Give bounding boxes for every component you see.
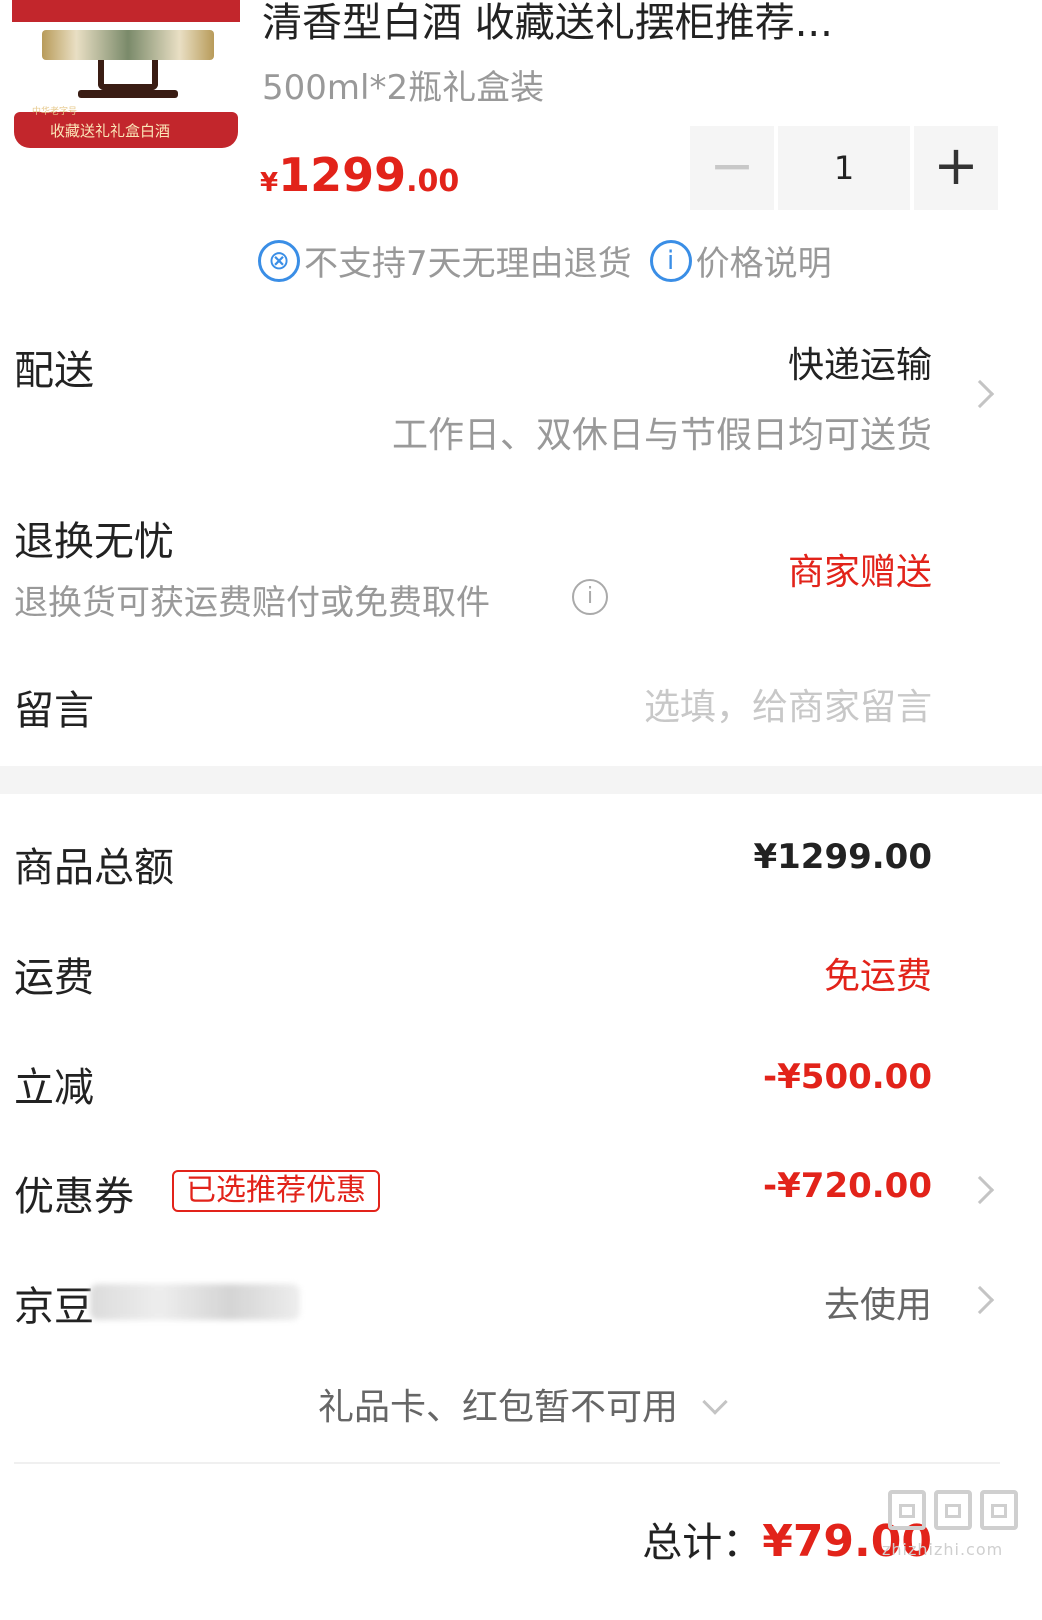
coupon-value: -¥720.00 bbox=[763, 1166, 932, 1206]
returns-row[interactable]: 退换无忧 退换货可获运费赔付或免费取件 i 商家赠送 bbox=[0, 505, 1042, 635]
message-label: 留言 bbox=[14, 688, 94, 734]
no-return-text: 不支持7天无理由退货 bbox=[304, 244, 632, 284]
chevron-right-icon bbox=[965, 1285, 995, 1315]
chevron-right-icon bbox=[965, 1175, 995, 1205]
blurred-balance bbox=[90, 1284, 300, 1320]
section-divider bbox=[0, 766, 1042, 794]
quantity-stepper: − 1 + bbox=[690, 126, 1000, 210]
display-stand bbox=[98, 60, 158, 90]
divider-line bbox=[14, 1462, 1000, 1464]
goods-total-row: 商品总额 ¥1299.00 bbox=[0, 835, 1042, 895]
delivery-method: 快递运输 bbox=[787, 345, 932, 386]
shipping-value: 免运费 bbox=[823, 956, 932, 997]
increase-quantity-button[interactable]: + bbox=[914, 126, 998, 210]
painting-scroll bbox=[42, 30, 214, 60]
coupon-badge: 已选推荐优惠 bbox=[172, 1170, 380, 1212]
product-card: 中华老字号 收藏送礼礼盒白酒 清香型白酒 收藏送礼摆柜推荐... 500ml*2… bbox=[0, 0, 1042, 315]
giftcard-toggle[interactable]: 礼品卡、红包暂不可用 bbox=[0, 1378, 1042, 1430]
watermark-glyph bbox=[888, 1490, 926, 1530]
total-label: 总计： bbox=[642, 1520, 763, 1566]
message-input[interactable]: 选填，给商家留言 bbox=[644, 678, 932, 730]
info-icon[interactable]: i bbox=[572, 579, 608, 615]
returns-desc: 退换货可获运费赔付或免费取件 bbox=[14, 583, 490, 623]
returns-value: 商家赠送 bbox=[787, 552, 932, 593]
discount-value: -¥500.00 bbox=[763, 1057, 932, 1097]
chevron-down-icon bbox=[702, 1389, 728, 1415]
watermark-url: zhizhizhi.com bbox=[882, 1540, 1004, 1559]
product-title[interactable]: 清香型白酒 收藏送礼摆柜推荐... bbox=[262, 0, 902, 46]
discount-row: 立减 -¥500.00 bbox=[0, 1055, 1042, 1115]
shipping-row: 运费 免运费 bbox=[0, 945, 1042, 1005]
discount-label: 立减 bbox=[14, 1065, 94, 1111]
price-currency: ¥ bbox=[260, 168, 279, 198]
watermark-logo: zhizhizhi.com bbox=[882, 1490, 1028, 1610]
no-return-icon: ⊗ bbox=[258, 239, 300, 282]
delivery-label: 配送 bbox=[14, 348, 94, 394]
gift-box-lid bbox=[12, 0, 240, 22]
stand-base bbox=[78, 90, 178, 98]
service-tags: ⊗ 不支持7天无理由退货 i 价格说明 bbox=[258, 236, 850, 284]
jingdou-use-button[interactable]: 去使用 bbox=[824, 1276, 932, 1328]
goods-total-label: 商品总额 bbox=[14, 845, 174, 891]
product-spec: 500ml*2瓶礼盒装 bbox=[262, 68, 545, 108]
shipping-label: 运费 bbox=[14, 955, 94, 1001]
returns-label: 退换无忧 bbox=[14, 519, 174, 565]
giftcard-text: 礼品卡、红包暂不可用 bbox=[317, 1387, 678, 1428]
coupon-label: 优惠券 bbox=[14, 1174, 134, 1220]
delivery-row[interactable]: 配送 快递运输 工作日、双休日与节假日均可送货 bbox=[0, 330, 1042, 470]
image-ribbon-text: 收藏送礼礼盒白酒 bbox=[50, 122, 171, 140]
coupon-row[interactable]: 优惠券 -¥720.00 bbox=[0, 1164, 1042, 1224]
message-row[interactable]: 留言 选填，给商家留言 bbox=[0, 672, 1042, 734]
product-image[interactable]: 中华老字号 收藏送礼礼盒白酒 bbox=[12, 0, 240, 150]
jingdou-label: 京豆 bbox=[14, 1284, 94, 1330]
product-price: ¥1299.00 bbox=[260, 148, 459, 202]
info-icon[interactable]: i bbox=[649, 239, 692, 282]
watermark-glyph bbox=[934, 1490, 972, 1530]
goods-total-value: ¥1299.00 bbox=[753, 837, 932, 877]
price-decimal: .00 bbox=[406, 164, 460, 199]
quantity-value[interactable]: 1 bbox=[778, 126, 910, 210]
chevron-right-icon bbox=[965, 379, 995, 409]
price-explanation-link[interactable]: 价格说明 bbox=[696, 236, 832, 285]
watermark-glyph bbox=[980, 1490, 1018, 1530]
decrease-quantity-button[interactable]: − bbox=[690, 126, 774, 210]
price-integer: 1299 bbox=[278, 148, 407, 202]
delivery-note: 工作日、双休日与节假日均可送货 bbox=[391, 415, 932, 456]
image-ribbon: 中华老字号 收藏送礼礼盒白酒 bbox=[14, 107, 238, 148]
image-small-text: 中华老字号 bbox=[32, 107, 78, 117]
